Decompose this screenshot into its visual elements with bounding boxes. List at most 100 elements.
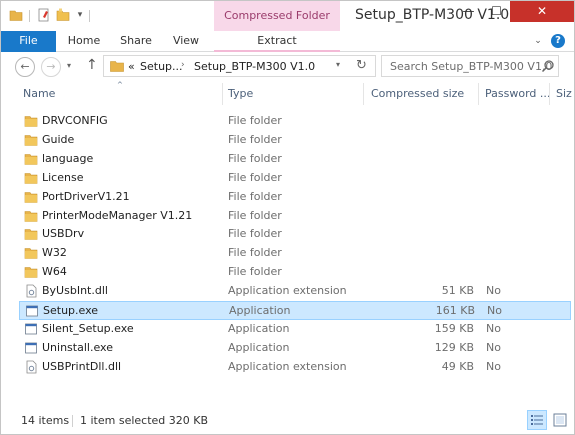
close-button[interactable]: ✕	[510, 1, 574, 22]
dll-file-icon	[26, 284, 37, 298]
column-name[interactable]: Name	[23, 87, 55, 100]
folder-icon	[24, 248, 38, 260]
file-row[interactable]: PrinterModeManager V1.21 File folder	[19, 207, 571, 226]
file-row[interactable]: PortDriverV1.21 File folder	[19, 188, 571, 207]
back-button[interactable]: ←	[15, 57, 35, 77]
tab-extract[interactable]: Extract	[214, 31, 340, 52]
forward-button[interactable]: →	[41, 57, 61, 77]
file-type: File folder	[228, 189, 282, 203]
tab-share[interactable]: Share	[111, 31, 161, 52]
address-dropdown-icon[interactable]: ▾	[336, 60, 340, 69]
file-row[interactable]: Setup.exe Application 161 KB No	[19, 301, 571, 320]
file-type: File folder	[228, 132, 282, 146]
folder-icon	[24, 116, 38, 127]
file-name: Silent_Setup.exe	[42, 321, 134, 335]
search-box[interactable]: Search Setup_BTP-M300 V1.0	[381, 55, 559, 77]
file-name: Uninstall.exe	[42, 340, 113, 354]
folder-icon	[24, 210, 38, 222]
folder-icon	[24, 135, 38, 146]
exe-file-icon	[26, 305, 38, 317]
compressed-size: 49 KB	[441, 359, 474, 373]
file-name: PrinterModeManager V1.21	[42, 208, 193, 222]
column-password[interactable]: Password ...	[485, 87, 550, 100]
file-row[interactable]: ByUsbInt.dll Application extension 51 KB No	[19, 282, 571, 301]
file-row[interactable]: USBDrv File folder	[19, 225, 571, 244]
status-separator	[72, 415, 73, 427]
column-size[interactable]: Siz	[556, 87, 572, 100]
file-name: ByUsbInt.dll	[42, 284, 108, 298]
help-icon[interactable]: ?	[551, 34, 565, 48]
recent-locations-icon[interactable]: ▾	[67, 61, 71, 70]
ribbon-tabs: File Home Share View Extract ⌄ ?	[1, 31, 574, 52]
file-name: License	[42, 170, 84, 184]
details-view-button[interactable]	[527, 410, 547, 430]
file-row[interactable]: language File folder	[19, 150, 571, 169]
column-divider[interactable]	[222, 83, 223, 105]
tab-file[interactable]: File	[1, 31, 56, 52]
large-icons-view-button[interactable]	[550, 410, 570, 430]
navigation-bar: ← → ▾ ↑ « Setup... › Setup_BTP-M300 V1.0…	[1, 52, 574, 82]
file-row[interactable]: Uninstall.exe Application 129 KB No	[19, 339, 571, 358]
breadcrumb-setup[interactable]: Setup...	[140, 60, 183, 73]
file-row[interactable]: USBPrintDll.dll Application extension 49 K…	[19, 358, 571, 377]
folder-icon	[110, 61, 124, 72]
password-protected: No	[486, 284, 501, 298]
selection-info: 1 item selected 320 KB	[80, 414, 209, 427]
file-type: Application extension	[228, 359, 347, 373]
file-list: DRVCONFIG File folder Guide File folder lang…	[1, 107, 574, 407]
file-type: Application	[228, 340, 290, 354]
column-type[interactable]: Type	[228, 87, 253, 100]
expand-ribbon-icon[interactable]: ⌄	[531, 34, 545, 48]
address-bar[interactable]: « Setup... › Setup_BTP-M300 V1.0 ▾ ↻	[103, 55, 376, 77]
folder-icon	[24, 172, 38, 184]
file-type: Application	[229, 304, 291, 317]
file-row[interactable]: DRVCONFIG File folder	[19, 112, 571, 131]
folder-icon	[24, 267, 38, 278]
new-folder-icon[interactable]	[56, 8, 70, 22]
breadcrumb-separator[interactable]: ›	[181, 60, 185, 70]
column-divider[interactable]	[478, 83, 479, 105]
file-row[interactable]: License File folder	[19, 169, 571, 188]
quick-access-separator	[29, 10, 30, 22]
column-header: ^ Name Type Compressed size Password ...…	[1, 81, 574, 105]
column-divider[interactable]	[549, 83, 550, 105]
column-compressed-size[interactable]: Compressed size	[371, 87, 464, 100]
exe-file-icon	[25, 323, 37, 335]
exe-file-icon	[25, 342, 37, 354]
refresh-icon[interactable]: ↻	[356, 58, 367, 73]
up-button[interactable]: ↑	[86, 57, 98, 73]
quick-access-separator	[89, 10, 90, 22]
file-row[interactable]: Guide File folder	[19, 131, 571, 150]
minimize-button[interactable]: —	[454, 1, 483, 22]
file-row[interactable]: W64 File folder	[19, 263, 571, 282]
properties-icon[interactable]	[37, 8, 51, 22]
file-name: Setup.exe	[43, 304, 99, 317]
file-name: Guide	[42, 132, 75, 146]
compressed-size: 159 KB	[434, 321, 474, 335]
folder-icon[interactable]	[9, 8, 23, 22]
file-type: File folder	[228, 246, 282, 260]
tab-home[interactable]: Home	[57, 31, 111, 52]
address-overflow[interactable]: «	[128, 60, 135, 73]
file-type: File folder	[228, 151, 282, 165]
file-name: language	[42, 151, 94, 165]
tab-view[interactable]: View	[161, 31, 211, 52]
file-row[interactable]: W32 File folder	[19, 244, 571, 263]
file-name: W32	[42, 246, 67, 260]
search-input[interactable]: Search Setup_BTP-M300 V1.0	[390, 60, 552, 73]
sort-ascending-icon: ^	[117, 81, 123, 89]
maximize-button[interactable]: ☐	[483, 1, 510, 22]
breadcrumb-current[interactable]: Setup_BTP-M300 V1.0	[194, 60, 315, 73]
file-type: File folder	[228, 227, 282, 241]
password-protected: No	[486, 359, 501, 373]
password-protected: No	[487, 304, 502, 317]
compressed-folder-tools-header: Compressed Folder Tools	[214, 1, 340, 52]
password-protected: No	[486, 340, 501, 354]
file-name: USBDrv	[42, 227, 85, 241]
file-row[interactable]: Silent_Setup.exe Application 159 KB No	[19, 320, 571, 339]
compressed-size: 129 KB	[434, 340, 474, 354]
customize-quick-access-icon[interactable]: ▾	[75, 9, 85, 21]
column-divider[interactable]	[363, 83, 364, 105]
search-icon[interactable]	[541, 59, 555, 73]
large-icons-view-icon	[553, 413, 567, 427]
